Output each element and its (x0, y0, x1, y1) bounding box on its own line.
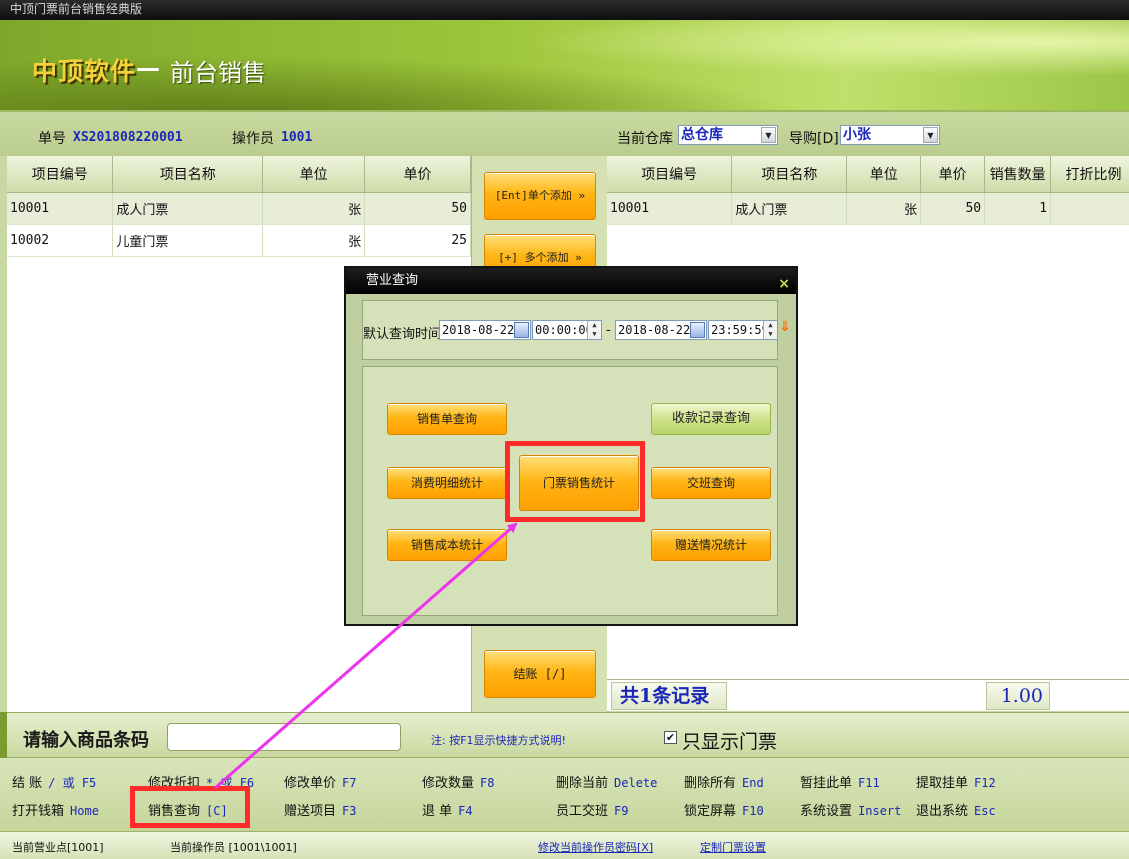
annotation-arrow (214, 522, 518, 790)
arrow-line (214, 522, 518, 790)
